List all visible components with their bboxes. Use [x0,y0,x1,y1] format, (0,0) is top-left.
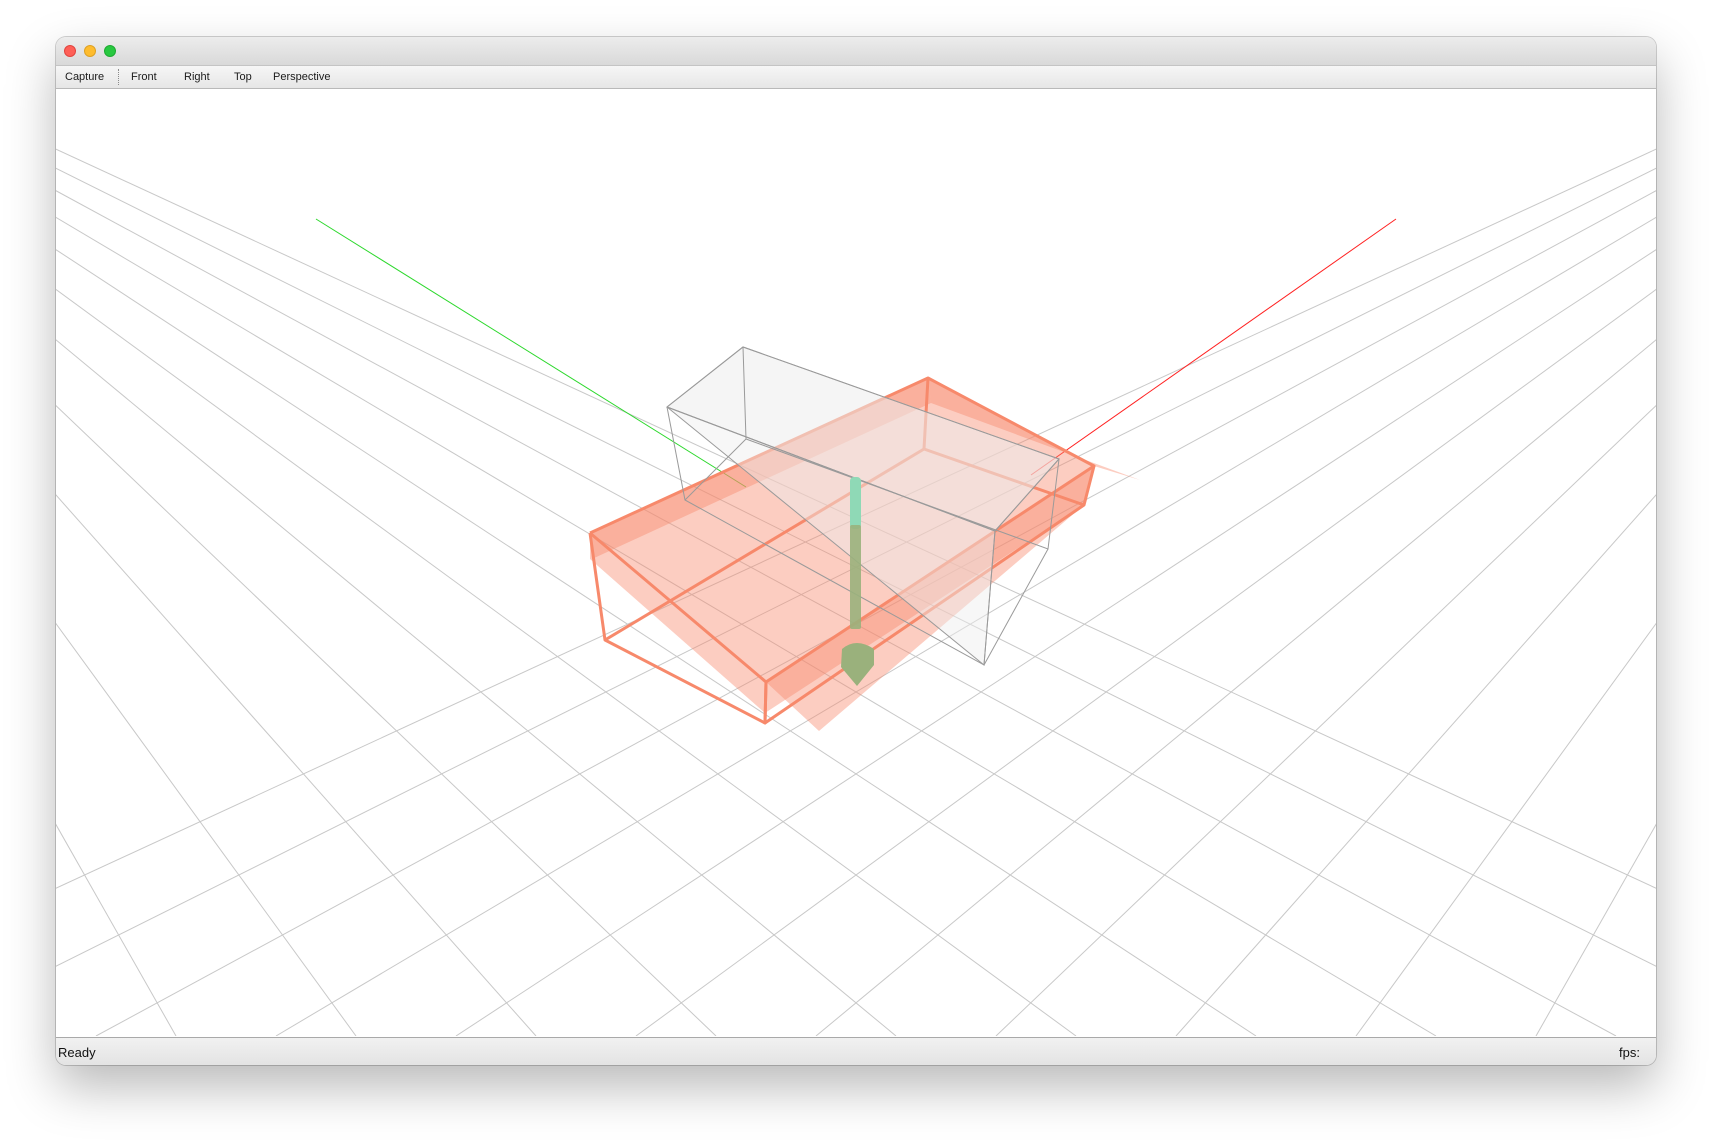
front-view-button[interactable]: Front [123,66,165,88]
maximize-window-button[interactable] [104,45,116,57]
view-toolbar: Capture Front Right Top Perspective [56,66,1656,89]
grid-line [1535,823,1656,1036]
right-view-button[interactable]: Right [176,66,218,88]
status-message: Ready [58,1045,96,1060]
grid-line [56,823,177,1036]
grid-line [1355,622,1656,1036]
status-bar: Ready fps: [56,1037,1656,1065]
grid-line [1175,494,1656,1036]
capture-button[interactable]: Capture [57,66,112,88]
toolbar-separator [118,69,119,85]
x-axis-line [1030,218,1397,476]
perspective-view-button[interactable]: Perspective [265,66,338,88]
top-view-button[interactable]: Top [226,66,260,88]
grid-line [56,494,537,1036]
app-window: Capture Front Right Top Perspective Read… [56,37,1656,1065]
title-bar[interactable] [56,37,1656,66]
3d-viewport[interactable] [56,89,1656,1036]
grid-line [995,404,1656,1036]
fps-label: fps: [1619,1045,1640,1060]
y-axis-line [315,218,747,488]
close-window-button[interactable] [64,45,76,57]
scene-canvas[interactable] [56,89,1656,1036]
minimize-window-button[interactable] [84,45,96,57]
grid-line [56,622,357,1036]
